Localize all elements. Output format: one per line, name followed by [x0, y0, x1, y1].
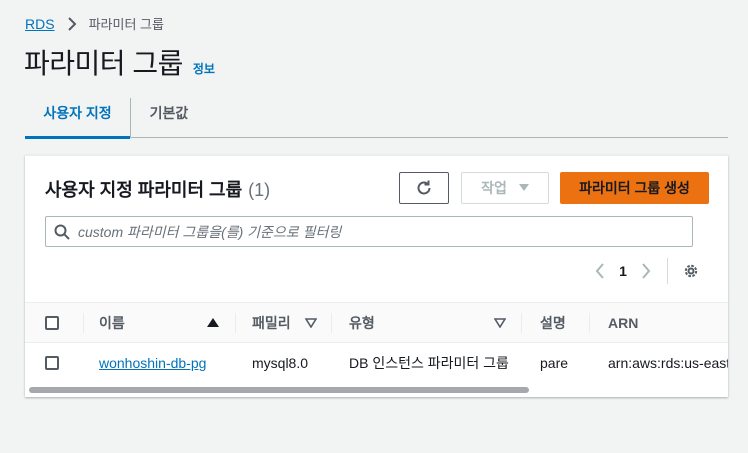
column-header-arn-label: ARN — [608, 315, 639, 331]
panel-count: (1) — [248, 180, 271, 200]
arn-cell: arn:aws:rds:us-east — [608, 355, 728, 371]
column-divider — [235, 313, 236, 333]
parameter-group-name-link[interactable]: wonhoshin-db-pg — [99, 343, 206, 383]
breadcrumb: RDS 파라미터 그룹 — [25, 14, 164, 33]
column-header-family[interactable]: 패밀리 — [252, 303, 318, 343]
row-checkbox[interactable] — [45, 356, 59, 370]
description-cell: pare — [540, 355, 569, 371]
search-icon — [54, 224, 70, 240]
next-page-button[interactable] — [635, 258, 657, 284]
parameter-groups-panel: 사용자 지정 파라미터 그룹(1) 작업 파라미터 그룹 생성 1 — [25, 155, 728, 397]
current-page-number[interactable]: 1 — [611, 263, 635, 279]
page-title: 파라미터 그룹 — [24, 48, 183, 79]
search-input[interactable] — [78, 223, 638, 240]
select-all-cell — [45, 303, 59, 343]
pagination: 1 — [589, 258, 702, 284]
gear-icon — [683, 263, 699, 279]
page-header: 파라미터 그룹 정보 — [24, 42, 215, 82]
table-header: 이름 패밀리 유형 설명 ARN — [25, 302, 728, 343]
column-header-type-label: 유형 — [349, 315, 375, 331]
column-header-name-label: 이름 — [99, 315, 125, 331]
create-parameter-group-button[interactable]: 파라미터 그룹 생성 — [560, 172, 709, 204]
chevron-left-icon — [595, 263, 605, 279]
tab-custom[interactable]: 사용자 지정 — [25, 88, 130, 139]
select-all-checkbox[interactable] — [45, 316, 59, 330]
tab-list: 사용자 지정 기본값 — [25, 88, 728, 139]
column-header-description[interactable]: 설명 — [540, 303, 566, 343]
tab-default[interactable]: 기본값 — [131, 88, 207, 138]
refresh-icon — [415, 179, 433, 197]
column-divider — [521, 313, 522, 333]
family-cell: mysql8.0 — [252, 355, 309, 371]
type-cell: DB 인스턴스 파라미터 그룹 — [349, 355, 509, 371]
column-divider — [331, 313, 332, 333]
row-select-cell — [45, 343, 59, 383]
pager-divider — [667, 258, 668, 284]
previous-page-button[interactable] — [589, 258, 611, 284]
caret-down-icon — [518, 184, 529, 192]
column-divider — [589, 313, 590, 333]
breadcrumb-rds-link[interactable]: RDS — [25, 16, 55, 32]
actions-dropdown-button[interactable]: 작업 — [461, 172, 549, 204]
chevron-right-icon — [67, 16, 77, 31]
sort-descending-outline-icon — [494, 318, 506, 328]
refresh-button[interactable] — [399, 172, 449, 204]
horizontal-scrollbar[interactable] — [29, 387, 529, 393]
panel-title: 사용자 지정 파라미터 그룹 (1) — [45, 176, 270, 202]
column-header-name[interactable]: 이름 — [99, 303, 221, 343]
table-row: wonhoshin-db-pg mysql8.0 DB 인스턴스 파라미터 그룹… — [25, 343, 728, 383]
search-field — [45, 216, 693, 247]
panel-title-text: 사용자 지정 파라미터 그룹 — [45, 180, 243, 200]
column-header-arn[interactable]: ARN — [608, 303, 638, 343]
column-header-description-label: 설명 — [540, 315, 566, 331]
sort-descending-outline-icon — [305, 318, 317, 328]
column-header-family-label: 패밀리 — [252, 315, 291, 331]
actions-label: 작업 — [481, 180, 507, 196]
column-divider — [83, 313, 84, 333]
chevron-right-icon — [641, 263, 651, 279]
table-settings-button[interactable] — [680, 258, 702, 284]
column-header-type[interactable]: 유형 — [349, 303, 507, 343]
breadcrumb-current: 파라미터 그룹 — [88, 17, 164, 32]
sort-ascending-icon — [207, 318, 219, 328]
info-link[interactable]: 정보 — [193, 60, 215, 77]
